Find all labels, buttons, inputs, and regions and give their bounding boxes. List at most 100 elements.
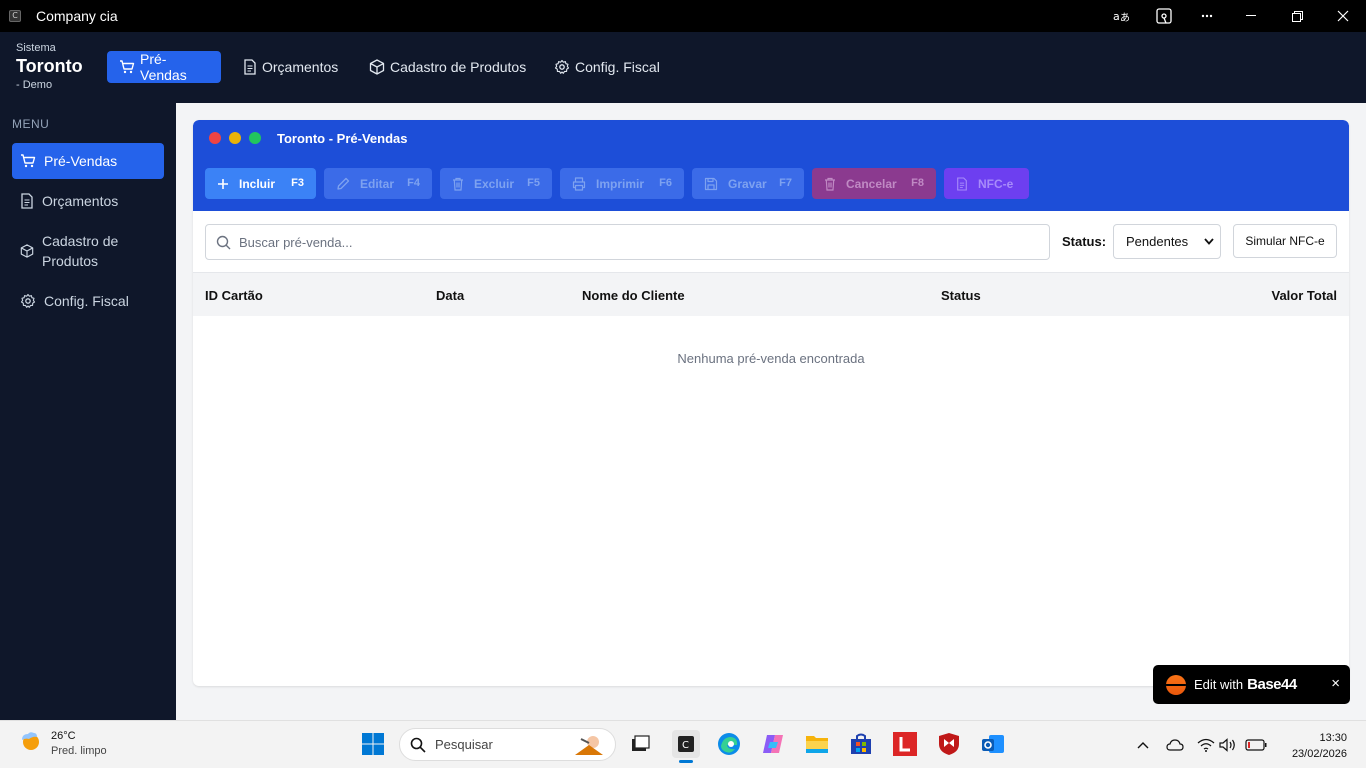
sidebar: MENU Pré-Vendas Orçamentos Cadastro de P… [0, 103, 176, 720]
sidebar-item-label: Cadastro de Produtos [42, 233, 119, 269]
search-input[interactable] [239, 234, 1019, 250]
shortcut-key: F3 [291, 177, 304, 189]
status-label: Status: [1062, 234, 1107, 249]
trash-icon [452, 177, 464, 191]
gravar-button[interactable]: Gravar F7 [692, 168, 804, 199]
brand-name: Toronto [16, 56, 83, 76]
gear-icon [20, 293, 44, 309]
button-label: Editar [360, 176, 395, 191]
restore-button[interactable] [1274, 0, 1320, 32]
battery-icon[interactable] [1243, 732, 1269, 758]
weather-widget[interactable]: 26°C Pred. limpo [18, 729, 107, 759]
sidebar-item-label: Config. Fiscal [44, 293, 129, 309]
button-label: Imprimir [596, 176, 645, 191]
button-label: Cancelar [846, 176, 897, 191]
volume-icon[interactable] [1215, 732, 1241, 758]
minimize-dot[interactable] [229, 132, 241, 144]
window-header: Toronto - Pré-Vendas [193, 120, 1349, 156]
clock-time: 13:30 [1319, 732, 1347, 744]
topnav-item-config-fiscal[interactable]: Config. Fiscal [542, 51, 672, 83]
topnav-item-label: Pré-Vendas [140, 51, 187, 83]
sidebar-item-orcamentos[interactable]: Orçamentos [12, 183, 164, 219]
maximize-dot[interactable] [249, 132, 261, 144]
copilot-icon[interactable] [760, 731, 786, 757]
topnav-item-cadastro[interactable]: Cadastro de Produtos [357, 51, 538, 83]
topnav-item-orcamentos[interactable]: Orçamentos [231, 51, 350, 83]
sidebar-item-cadastro[interactable]: Cadastro de Produtos [12, 231, 164, 271]
button-label: Excluir [474, 176, 515, 191]
pre-vendas-window: Toronto - Pré-Vendas Incluir F3 Editar F… [193, 120, 1349, 686]
trash-icon [824, 177, 836, 191]
clock[interactable]: 13:30 23/02/2026 [1292, 730, 1347, 762]
empty-state-message: Nenhuma pré-venda encontrada [677, 351, 865, 366]
close-button[interactable] [1320, 0, 1366, 32]
taskbar-search[interactable]: Pesquisar [399, 728, 616, 761]
gear-icon [554, 59, 575, 75]
button-label: Incluir [239, 176, 276, 191]
button-label: Gravar [728, 176, 767, 191]
window-controls: aあ [1099, 0, 1366, 32]
document-icon [20, 193, 42, 209]
chevron-up-icon[interactable] [1130, 732, 1156, 758]
company-app-icon[interactable]: C [672, 730, 700, 763]
edge-browser-icon[interactable] [716, 731, 742, 757]
top-navigation: Sistema Toronto - Demo Pré-Vendas Orçame… [0, 32, 1366, 103]
sidebar-item-label: Orçamentos [42, 193, 119, 209]
weather-temp: 26°C [51, 730, 76, 742]
search-highlight-icon [569, 733, 607, 757]
base44-logo-icon [1166, 674, 1186, 695]
task-view-icon[interactable] [627, 731, 653, 757]
search-icon [216, 235, 231, 250]
nfce-button[interactable]: NFC-e [944, 168, 1029, 199]
close-dot[interactable] [209, 132, 221, 144]
column-header-status[interactable]: Status [941, 288, 981, 303]
file-explorer-icon[interactable] [804, 731, 830, 757]
plus-icon [217, 178, 229, 190]
sidebar-item-pre-vendas[interactable]: Pré-Vendas [12, 143, 164, 179]
more-icon[interactable] [1185, 0, 1228, 32]
mcafee-icon[interactable] [936, 731, 962, 757]
outlook-icon[interactable] [980, 731, 1006, 757]
shortcut-key: F6 [659, 177, 672, 189]
status-select[interactable]: Pendentes [1113, 224, 1221, 259]
badge-close-button[interactable]: × [1331, 675, 1340, 692]
topnav-item-label: Cadastro de Produtos [390, 59, 527, 75]
weather-sun-icon [18, 729, 42, 759]
minimize-button[interactable] [1228, 0, 1274, 32]
document-icon [956, 176, 968, 191]
table-header: ID Cartão Data Nome do Cliente Status Va… [193, 272, 1349, 316]
onedrive-cloud-icon[interactable] [1162, 732, 1188, 758]
column-header-data[interactable]: Data [436, 288, 464, 303]
sidebar-item-label: Pré-Vendas [44, 153, 118, 169]
brand: Sistema Toronto - Demo [16, 42, 83, 91]
microsoft-store-icon[interactable] [848, 731, 874, 757]
column-header-id[interactable]: ID Cartão [205, 288, 263, 303]
sidebar-item-config-fiscal[interactable]: Config. Fiscal [12, 283, 164, 319]
l-app-icon[interactable] [892, 731, 918, 757]
imprimir-button[interactable]: Imprimir F6 [560, 168, 684, 199]
cart-icon [119, 59, 140, 75]
status-value: Pendentes [1126, 234, 1189, 249]
svg-text:a: a [1113, 10, 1120, 23]
search-icon [410, 737, 426, 753]
title-bar: C Company cia aあ [0, 0, 1366, 32]
shortcut-key: F4 [407, 177, 420, 189]
shortcut-key: F7 [779, 177, 792, 189]
cancelar-button[interactable]: Cancelar F8 [812, 168, 936, 199]
topnav-item-pre-vendas[interactable]: Pré-Vendas [107, 51, 221, 83]
incluir-button[interactable]: Incluir F3 [205, 168, 316, 199]
translate-icon[interactable]: aあ [1099, 0, 1142, 32]
badge-prefix: Edit with [1194, 677, 1244, 692]
printer-icon [572, 176, 586, 191]
box-icon [20, 244, 42, 258]
column-header-valor[interactable]: Valor Total [1272, 288, 1338, 303]
button-label: NFC-e [978, 176, 1014, 191]
simular-nfce-button[interactable]: Simular NFC-e [1233, 224, 1337, 258]
start-button[interactable] [360, 731, 386, 757]
column-header-cliente[interactable]: Nome do Cliente [582, 288, 685, 303]
base44-badge[interactable]: Edit with Base44 × [1153, 665, 1350, 704]
editar-button[interactable]: Editar F4 [324, 168, 432, 199]
cast-icon[interactable] [1142, 0, 1185, 32]
excluir-button[interactable]: Excluir F5 [440, 168, 552, 199]
taskbar: 26°C Pred. limpo Pesquisar C 13:30 23/02… [0, 720, 1366, 768]
